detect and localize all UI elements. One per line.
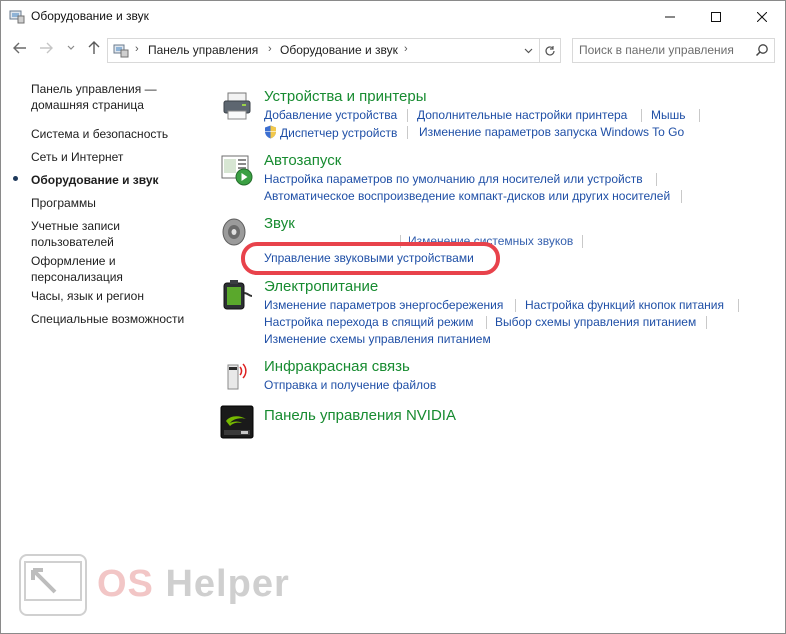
nav-user-accounts[interactable]: Учетные записи пользователей [31,218,120,250]
up-button[interactable] [85,39,103,57]
link-separator [656,173,657,186]
arrow-up-icon [88,41,100,54]
nav-system-and-security[interactable]: Система и безопасность [31,126,168,142]
address-dropdown-button[interactable] [518,39,538,62]
address-bar[interactable]: › Панель управления › Оборудование и зву… [107,38,561,63]
link-separator [738,299,739,312]
link-sleep-settings[interactable]: Настройка перехода в спящий режим [264,315,473,329]
link-separator [407,109,408,122]
control-panel-window: Оборудование и звук › Панель управления … [0,0,786,634]
breadcrumb-control-panel[interactable]: Панель управления [148,43,258,57]
main-content: Устройства и принтеры Добавление устройс… [206,65,785,633]
nav-control-panel-home[interactable]: Панель управления — домашняя страница [31,81,157,113]
link-advanced-printer-setup[interactable]: Дополнительные настройки принтера [417,108,627,122]
link-device-manager-label: Диспетчер устройств [280,126,398,140]
power-options-title[interactable]: Электропитание [264,278,378,295]
control-panel-app-icon [9,10,25,24]
link-mouse[interactable]: Мышь [651,108,686,122]
uac-shield-icon [265,125,277,139]
breadcrumb-hardware-and-sound[interactable]: Оборудование и звук [280,43,398,57]
link-power-buttons[interactable]: Настройка функций кнопок питания [525,298,724,312]
nav-appearance-and-personalization[interactable]: Оформление и персонализация [31,253,123,285]
arrow-cursor-icon [24,561,82,601]
search-box[interactable] [572,38,775,63]
nav-network-and-internet[interactable]: Сеть и Интернет [31,149,123,165]
link-separator [699,109,700,122]
sound-title[interactable]: Звук [264,215,295,232]
link-separator [515,299,516,312]
refresh-button[interactable] [539,39,560,62]
active-item-bullet [13,176,18,181]
watermark-text: OS Helper [97,563,290,606]
maximize-icon [711,11,721,22]
link-separator [407,126,408,139]
battery-icon [223,280,253,310]
forward-button[interactable] [37,39,55,57]
search-icon[interactable] [755,43,769,57]
navigation-bar: › Панель управления › Оборудование и зву… [1,33,785,65]
title-bar: Оборудование и звук [1,1,785,32]
chevron-right-icon: › [268,43,272,55]
link-change-power-saving[interactable]: Изменение параметров энергосбережения [264,298,503,312]
minimize-icon [665,16,675,17]
arrow-left-icon [13,42,26,54]
arrow-right-icon [40,42,53,54]
watermark-os: OS [97,563,154,605]
link-windows-to-go[interactable]: Изменение параметров запуска Windows To … [419,125,684,139]
link-separator [582,235,583,248]
watermark-logo [19,554,87,616]
link-autoplay-defaults[interactable]: Настройка параметров по умолчанию для но… [264,172,643,186]
nvidia-icon [220,405,254,439]
annotation-highlight-ellipse [241,242,500,275]
nav-ease-of-access[interactable]: Специальные возможности [31,311,184,327]
nav-programs[interactable]: Программы [31,195,96,211]
infrared-icon [227,363,247,390]
control-panel-icon [113,44,129,58]
link-separator [681,190,682,203]
link-separator [641,109,642,122]
link-choose-power-plan[interactable]: Выбор схемы управления питанием [495,315,696,329]
printer-icon [223,92,251,120]
link-separator [706,316,707,329]
autoplay-icon [221,155,253,186]
link-separator [486,316,487,329]
infrared-title[interactable]: Инфракрасная связь [264,358,410,375]
link-edit-power-plan[interactable]: Изменение схемы управления питанием [264,332,491,346]
chevron-right-icon: › [404,43,408,55]
left-navigation: Панель управления — домашняя страница Си… [1,65,206,633]
link-send-receive-files[interactable]: Отправка и получение файлов [264,378,436,392]
minimize-button[interactable] [647,1,693,32]
link-add-device[interactable]: Добавление устройства [264,108,397,122]
search-input[interactable] [579,42,749,58]
close-icon [757,11,767,22]
close-button[interactable] [739,1,785,32]
devices-and-printers-title[interactable]: Устройства и принтеры [264,88,426,105]
nav-hardware-and-sound[interactable]: Оборудование и звук [31,172,159,188]
link-autoplay-cds[interactable]: Автоматическое воспроизведение компакт-д… [264,189,670,203]
chevron-down-icon [524,48,532,53]
window-title: Оборудование и звук [31,9,149,23]
back-button[interactable] [11,39,29,57]
link-device-manager[interactable]: Диспетчер устройств [264,125,397,140]
chevron-right-icon: › [135,43,139,55]
recent-locations-button[interactable] [62,39,80,57]
autoplay-title[interactable]: Автозапуск [264,152,341,169]
nvidia-control-panel-title[interactable]: Панель управления NVIDIA [264,407,456,424]
chevron-down-icon [67,45,75,50]
nav-clock-language-region[interactable]: Часы, язык и регион [31,288,144,304]
maximize-button[interactable] [693,1,739,32]
watermark-helper: Helper [165,563,290,605]
refresh-icon [545,45,555,56]
